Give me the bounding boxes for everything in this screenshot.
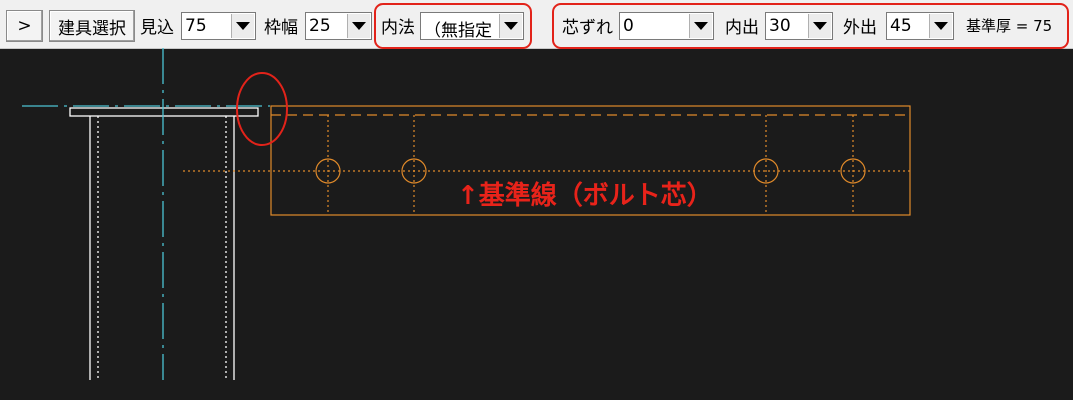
uchinori-highlight <box>374 3 532 49</box>
wakuhaba-value: 25 <box>309 16 331 36</box>
select-fitting-button[interactable]: 建具選択 <box>49 10 135 42</box>
drawing-canvas: ↑基準線（ボルト芯） <box>22 48 911 380</box>
baseline-annotation: ↑基準線（ボルト芯） <box>457 180 713 211</box>
frame-section <box>69 107 259 380</box>
expand-button[interactable]: > <box>6 10 43 42</box>
center-lines <box>22 48 270 380</box>
mikomi-value: 75 <box>185 16 207 36</box>
chevron-down-icon[interactable] <box>347 14 370 38</box>
corner-highlight-circle <box>236 72 288 146</box>
chevron-down-icon[interactable] <box>231 14 254 38</box>
wakuhaba-label: 枠幅 <box>264 18 298 38</box>
mikomi-select[interactable]: 75 <box>181 12 256 40</box>
toolbar: > 建具選択 見込 75 枠幅 25 内法 （無指定 芯ずれ 0 内出 30 外… <box>0 0 1073 49</box>
offset-settings-highlight <box>552 3 1069 49</box>
frame-head <box>69 107 259 117</box>
mikomi-label: 見込 <box>140 18 174 38</box>
wakuhaba-select[interactable]: 25 <box>305 12 372 40</box>
